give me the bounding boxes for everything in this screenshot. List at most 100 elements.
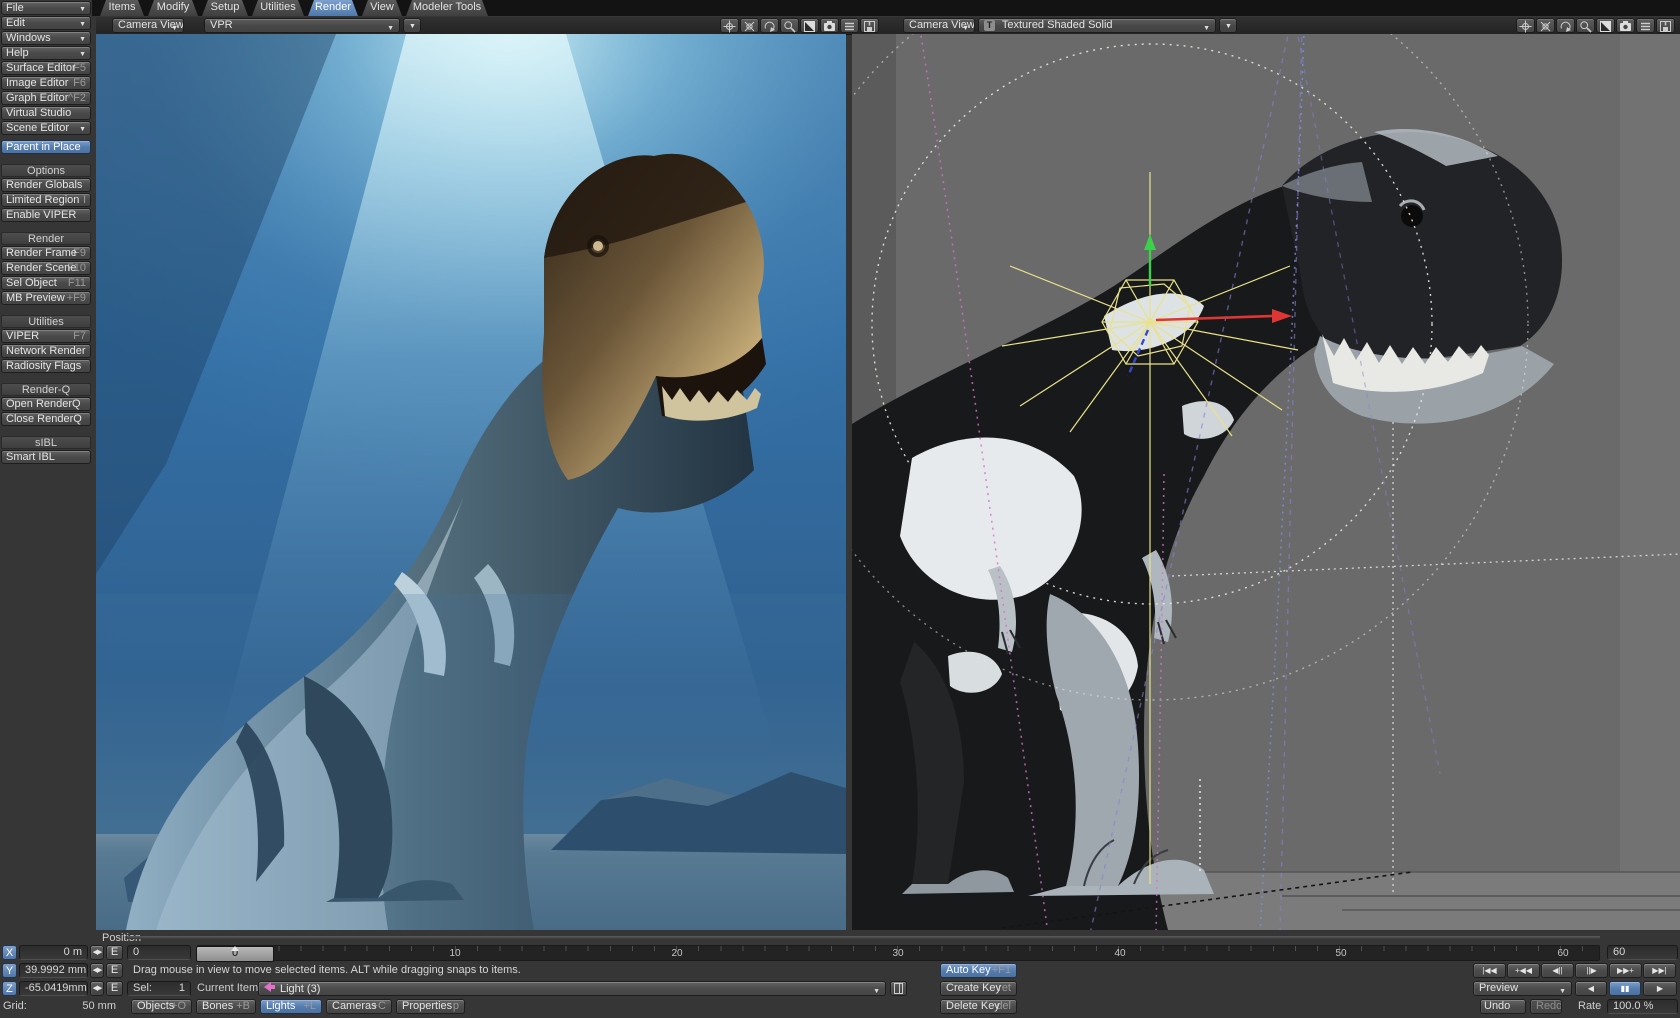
sidebar-item-virtual-studio[interactable]: Virtual Studio [1, 106, 91, 120]
create-key-button[interactable]: retCreate Key [940, 981, 1017, 996]
item-type-lights-button[interactable]: +LLights [260, 999, 322, 1014]
envelope-x-button[interactable]: E [106, 945, 123, 960]
right-viewport-textured-shaded[interactable] [852, 34, 1680, 930]
left-viewport-menu-dropdown[interactable]: ▼ [403, 18, 421, 33]
play-reverse-button[interactable]: ◀ [1575, 981, 1607, 996]
sidebar-item-network-render[interactable]: Network Render [1, 344, 91, 358]
zoom-icon[interactable] [1576, 18, 1595, 33]
left-render-mode-dropdown[interactable]: ▼ VPR [204, 18, 400, 33]
orbit-icon[interactable] [1556, 18, 1575, 33]
left-viewport-header: ▼ Camera View ▼ VPR ▼ [96, 17, 884, 35]
item-type-cameras-button[interactable]: +CCameras [326, 999, 392, 1014]
menu-help[interactable]: ▼Help [1, 46, 91, 60]
sidebar-item-mb-preview[interactable]: +F9MB Preview [1, 291, 91, 305]
pan-icon[interactable] [720, 18, 739, 33]
save-icon[interactable] [860, 18, 879, 33]
sidebar-item-render-frame[interactable]: F9Render Frame [1, 246, 91, 260]
axis-badge-z[interactable]: Z [2, 981, 17, 996]
frame-jump-button-5[interactable]: ▶▶| [1643, 963, 1676, 978]
delete-key-button[interactable]: delDelete Key [940, 999, 1017, 1014]
sidebar-item-limited-region[interactable]: ILimited Region [1, 193, 91, 207]
tab-view[interactable]: View [362, 0, 402, 16]
tab-setup[interactable]: Setup [202, 0, 248, 16]
sidebar-item-close-renderq[interactable]: Close RenderQ [1, 412, 91, 426]
selection-count-field[interactable]: Sel:1 [127, 981, 191, 996]
position-y-field[interactable]: 39.9992 mm [19, 963, 88, 978]
envelope-y-button[interactable]: E [106, 963, 123, 978]
timeline-ruler[interactable]: 102030405060 0 [197, 945, 1600, 961]
preview-dropdown[interactable]: ▼Preview [1473, 981, 1572, 996]
sidebar-item-render-globals[interactable]: Render Globals [1, 178, 91, 192]
tab-utilities[interactable]: Utilities [252, 0, 304, 16]
fit-icon[interactable] [1596, 18, 1615, 33]
sidebar-item-sel-object[interactable]: F11Sel Object [1, 276, 91, 290]
item-properties-button[interactable] [890, 981, 907, 996]
tab-modify[interactable]: Modify [148, 0, 198, 16]
orbit-icon[interactable] [760, 18, 779, 33]
left-view-type-dropdown[interactable]: ▼ Camera View [112, 18, 184, 33]
stepper-z[interactable]: ◀▶ [90, 981, 104, 996]
camera-icon[interactable] [1616, 18, 1635, 33]
position-x-field[interactable]: 0 m [19, 945, 88, 960]
right-view-type-dropdown[interactable]: ▼ Camera View [903, 18, 975, 33]
item-type-properties-button[interactable]: pProperties [396, 999, 465, 1014]
axis-badge-y[interactable]: Y [2, 963, 17, 978]
stepper-x[interactable]: ◀▶ [90, 945, 104, 960]
sidebar-item-smart-ibl[interactable]: Smart IBL [1, 450, 91, 464]
item-type-bones-button[interactable]: +BBones [196, 999, 256, 1014]
timeline-groove[interactable] [127, 936, 1600, 939]
stepper-y[interactable]: ◀▶ [90, 963, 104, 978]
sidebar-item-parent-in-place[interactable]: Parent in Place [1, 140, 91, 154]
left-viewport-camera-vpr[interactable] [96, 34, 846, 930]
pan-icon[interactable] [1516, 18, 1535, 33]
sidebar-item-enable-viper[interactable]: Enable VIPER [1, 208, 91, 222]
sidebar-item-radiosity-flags[interactable]: Radiosity Flags [1, 359, 91, 373]
sidebar-item-viper[interactable]: F7VIPER [1, 329, 91, 343]
tab-items[interactable]: Items [100, 0, 144, 16]
menu-icon[interactable] [840, 18, 859, 33]
pause-button[interactable]: ▮▮ [1609, 981, 1641, 996]
menu-edit[interactable]: ▼Edit [1, 16, 91, 30]
camera-icon[interactable] [820, 18, 839, 33]
chevron-down-icon: ▼ [1559, 985, 1566, 996]
axis-badge-x[interactable]: X [2, 945, 17, 960]
sidebar-item-image-editor[interactable]: F6Image Editor [1, 76, 91, 90]
frame-end-field[interactable]: 60 [1607, 945, 1678, 960]
rotate-icon[interactable] [740, 18, 759, 33]
sidebar-item-graph-editor[interactable]: ^F2Graph Editor [1, 91, 91, 105]
frame-jump-button-4[interactable]: ▶▶+ [1609, 963, 1642, 978]
position-z-field[interactable]: -65.0419mm [19, 981, 88, 996]
sidebar-item-open-renderq[interactable]: Open RenderQ [1, 397, 91, 411]
frame-slider[interactable]: 0 [196, 946, 274, 962]
frame-start-field[interactable]: 0 [127, 945, 191, 960]
tab-render[interactable]: Render [308, 0, 358, 16]
frame-jump-button-2[interactable]: ◀|| [1541, 963, 1574, 978]
right-viewport-header: ▼ Camera View ▼ T Textured Shaded Solid … [884, 17, 1680, 35]
undo-button[interactable]: Undo^Z [1480, 999, 1526, 1014]
rate-field[interactable]: 100.0 % [1607, 999, 1678, 1014]
sidebar-item-render-scene[interactable]: F10Render Scene [1, 261, 91, 275]
tab-modeler-tools[interactable]: Modeler Tools [406, 0, 488, 16]
sidebar: ▼File▼Edit▼Windows▼HelpF5Surface EditorF… [0, 0, 92, 1018]
sidebar-item-scene-editor[interactable]: ▼Scene Editor [1, 121, 91, 135]
item-type-objects-button[interactable]: +OObjects [131, 999, 192, 1014]
frame-jump-button-1[interactable]: +◀◀ [1507, 963, 1540, 978]
fit-icon[interactable] [800, 18, 819, 33]
envelope-z-button[interactable]: E [106, 981, 123, 996]
zoom-icon[interactable] [780, 18, 799, 33]
play-forward-button[interactable]: ▶ [1643, 981, 1677, 996]
sidebar-item-surface-editor[interactable]: F5Surface Editor [1, 61, 91, 75]
menu-icon[interactable] [1636, 18, 1655, 33]
current-item-dropdown[interactable]: ▼Light (3) [258, 981, 886, 996]
rotate-icon[interactable] [1536, 18, 1555, 33]
menu-file[interactable]: ▼File [1, 1, 91, 15]
frame-jump-button-3[interactable]: ||▶ [1575, 963, 1608, 978]
save-icon[interactable] [1656, 18, 1675, 33]
right-render-mode-dropdown[interactable]: ▼ T Textured Shaded Solid [978, 18, 1216, 33]
auto-key-button[interactable]: +F1Auto Key [940, 963, 1017, 978]
frame-jump-button-0[interactable]: |◀◀ [1473, 963, 1506, 978]
menu-windows[interactable]: ▼Windows [1, 31, 91, 45]
redo-button[interactable]: Redo [1530, 999, 1562, 1014]
right-viewport-menu-dropdown[interactable]: ▼ [1219, 18, 1237, 33]
section-header-options: Options [1, 164, 91, 177]
